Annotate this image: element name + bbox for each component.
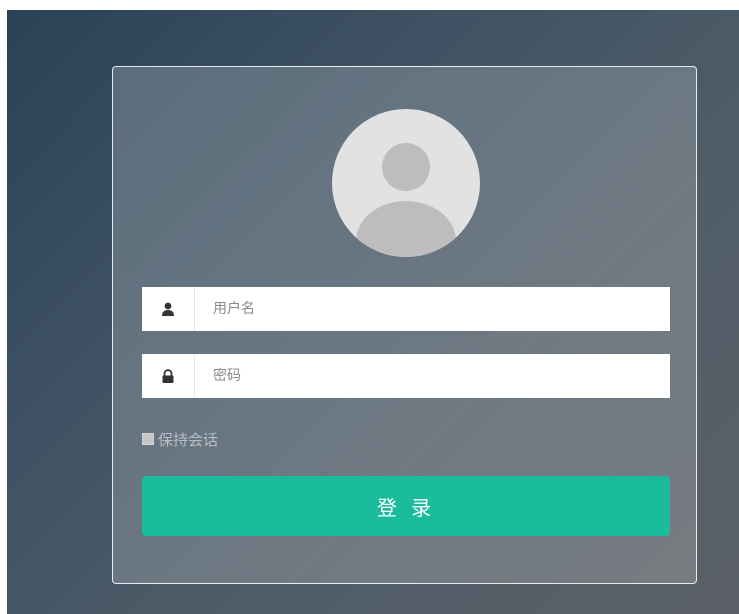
lock-icon [142,354,195,398]
avatar-head [382,143,430,191]
username-input[interactable] [195,287,670,331]
password-input[interactable] [195,354,670,398]
page-background: 保持会话 登 录 [7,10,739,614]
username-field-group [142,287,670,331]
avatar [332,109,480,257]
password-field-group [142,354,670,398]
login-button[interactable]: 登 录 [142,476,670,536]
avatar-body [356,201,456,257]
user-icon [142,287,195,331]
remember-checkbox[interactable] [142,433,154,445]
remember-label: 保持会话 [158,430,219,449]
login-panel: 保持会话 登 录 [112,66,697,584]
remember-session[interactable]: 保持会话 [142,429,218,449]
